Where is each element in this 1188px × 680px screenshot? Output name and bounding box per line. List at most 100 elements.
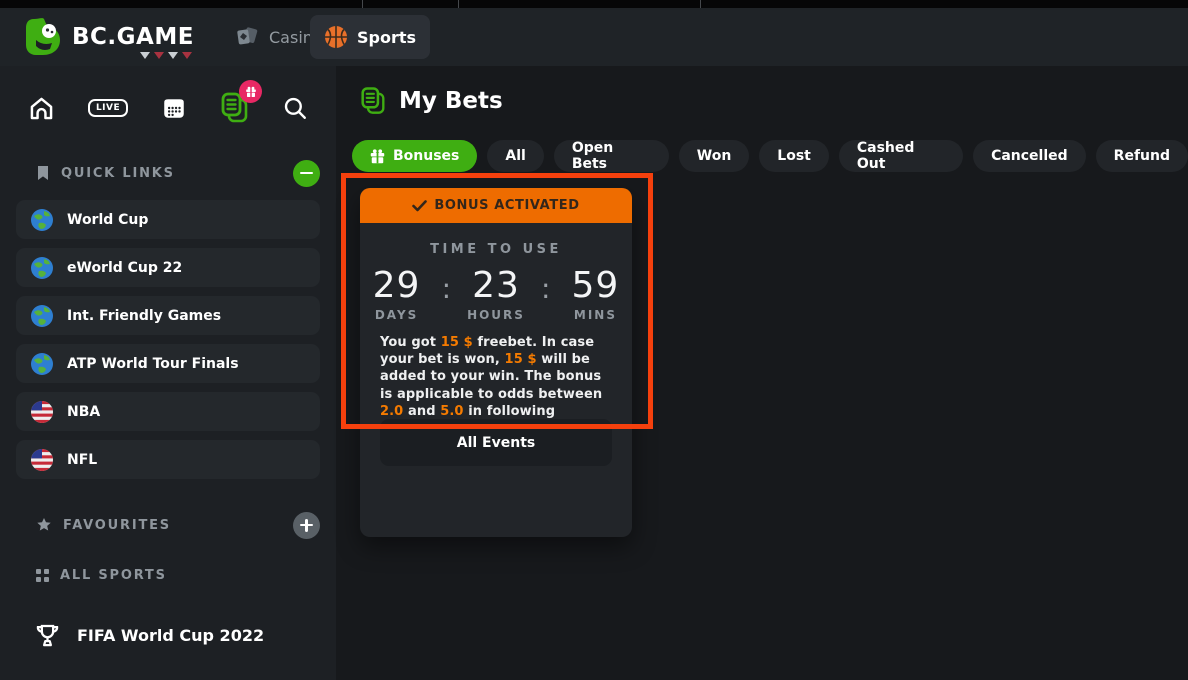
sidebar-item-soccer[interactable]: Soccer [0,676,336,680]
bunting-decoration [140,52,192,59]
filter-all[interactable]: All [487,140,543,172]
quick-link-label: NBA [67,404,100,420]
usa-flag-icon [30,400,54,424]
bonus-badge [239,80,262,103]
my-bets-title-icon [360,86,386,116]
filter-label: All [505,148,525,164]
mins-value: 59 [566,267,624,305]
casino-cards-icon [234,24,260,50]
trophy-icon [34,622,61,649]
filter-won[interactable]: Won [679,140,750,172]
strip-divider [458,0,459,8]
quick-links-header: QUICK LINKS [0,158,336,188]
quick-link-label: ATP World Tour Finals [67,356,239,372]
my-bets-icon[interactable] [220,92,249,124]
filter-label: Won [697,148,732,164]
globe-icon [30,304,54,328]
quick-link-nfl[interactable]: NFL [16,440,320,479]
brand-logo[interactable]: BC.GAME [22,16,194,58]
quick-link-int-friendly-games[interactable]: Int. Friendly Games [16,296,320,335]
countdown-separator: : [541,271,550,307]
quick-link-label: World Cup [67,212,148,228]
brand-logo-icon [22,16,64,58]
countdown-separator: : [442,271,451,307]
quick-link-label: Int. Friendly Games [67,308,221,324]
quick-link-label: NFL [67,452,97,468]
collapse-quick-links-button[interactable] [293,160,320,187]
browser-strip [0,0,1188,8]
quick-link-label: eWorld Cup 22 [67,260,182,276]
desc-text: You got [380,335,441,350]
filter-label: Lost [777,148,811,164]
countdown-hours: 23 HOURS [467,267,525,322]
strip-divider [700,0,701,8]
freebet-amount: 15 $ [441,335,473,350]
globe-icon [30,208,54,232]
sport-label: FIFA World Cup 2022 [77,626,264,645]
calendar-icon[interactable] [161,95,187,121]
tab-sports[interactable]: Sports [310,15,430,59]
filter-label: Open Bets [572,140,651,172]
favourites-header: FAVOURITES [0,510,336,540]
app-window: BC.GAME Casino [0,0,1188,680]
live-events-icon[interactable]: LIVE [88,99,128,117]
filter-label: Refund [1114,148,1170,164]
favourites-label: FAVOURITES [63,518,171,533]
hours-value: 23 [467,267,525,305]
main-content: My Bets Bonuses All Open Bets Won Lost C… [336,66,1188,680]
page-title: My Bets [399,88,503,114]
live-badge-label: LIVE [88,99,128,117]
top-navbar: BC.GAME Casino [0,8,1188,66]
mins-label: MINS [566,308,624,322]
all-events-button[interactable]: All Events [380,419,612,466]
sidebar: LIVE [0,66,336,680]
bonus-countdown: 29 DAYS : 23 HOURS : 59 MINS [360,267,632,322]
grid-icon [36,569,49,582]
usa-flag-icon [30,448,54,472]
home-icon[interactable] [28,95,55,122]
odds-max: 5.0 [440,404,463,419]
globe-icon [30,256,54,280]
days-label: DAYS [368,308,426,322]
search-icon[interactable] [282,95,308,121]
time-to-use-label: TIME TO USE [360,242,632,257]
bonus-banner-label: BONUS ACTIVATED [434,198,579,213]
sports-label: Sports [357,28,416,47]
quick-link-nba[interactable]: NBA [16,392,320,431]
filter-open-bets[interactable]: Open Bets [554,140,669,172]
countdown-days: 29 DAYS [368,267,426,322]
checkmark-icon [412,200,427,212]
star-icon [36,517,52,533]
quick-links-list: World Cup eWorld Cup 22 Int. Friendly Ga… [0,200,336,479]
filter-cancelled[interactable]: Cancelled [973,140,1086,172]
all-sports-label: ALL SPORTS [60,568,167,583]
sidebar-item-fifa-world-cup-2022[interactable]: FIFA World Cup 2022 [0,618,336,652]
add-favourite-button[interactable] [293,512,320,539]
days-value: 29 [368,267,426,305]
quick-link-atp-world-tour-finals[interactable]: ATP World Tour Finals [16,344,320,383]
countdown-mins: 59 MINS [566,267,624,322]
quick-link-eworld-cup-22[interactable]: eWorld Cup 22 [16,248,320,287]
gift-icon [370,149,385,164]
filter-pills: Bonuses All Open Bets Won Lost Cashed Ou… [352,140,1188,172]
quick-links-label: QUICK LINKS [61,166,175,181]
strip-divider [362,0,363,8]
page-title-row: My Bets [360,86,1188,116]
all-sports-header: ALL SPORTS [0,560,336,590]
bonus-activated-banner: BONUS ACTIVATED [360,188,632,223]
bookmark-icon [36,165,50,181]
filter-cashed-out[interactable]: Cashed Out [839,140,963,172]
bonus-card: BONUS ACTIVATED TIME TO USE 29 DAYS : 23… [360,188,632,537]
brand-name: BC.GAME [72,24,194,50]
filter-lost[interactable]: Lost [759,140,829,172]
filter-label: Cancelled [991,148,1068,164]
sidebar-icon-row: LIVE [0,88,336,128]
filter-refund[interactable]: Refund [1096,140,1188,172]
globe-icon [30,352,54,376]
filter-label: Cashed Out [857,140,945,172]
win-amount: 15 $ [505,352,537,367]
hours-label: HOURS [467,308,525,322]
quick-link-world-cup[interactable]: World Cup [16,200,320,239]
filter-bonuses[interactable]: Bonuses [352,140,477,172]
basketball-icon [324,25,348,49]
